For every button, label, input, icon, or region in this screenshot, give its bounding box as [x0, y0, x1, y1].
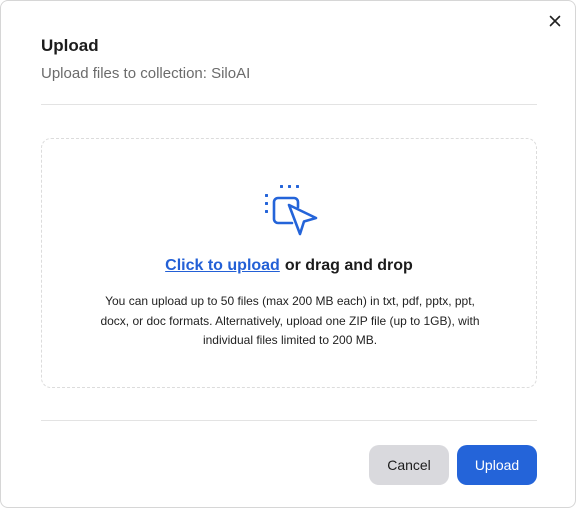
upload-hint-text: You can upload up to 50 files (max 200 M… [100, 294, 480, 347]
close-icon [549, 15, 561, 27]
pointer-select-icon [265, 185, 318, 236]
drag-drop-text: or drag and drop [284, 257, 413, 274]
file-dropzone[interactable]: Click to upload or drag and drop You can … [41, 138, 537, 388]
footer-divider [41, 420, 537, 421]
click-to-upload-link[interactable]: Click to upload [165, 257, 280, 274]
upload-prompt: Click to upload or drag and drop [42, 257, 536, 275]
cancel-button[interactable]: Cancel [369, 445, 449, 485]
upload-button[interactable]: Upload [457, 445, 537, 485]
dialog-subtitle: Upload files to collection: SiloAI [41, 65, 251, 82]
header-divider [41, 104, 537, 105]
upload-dialog: Upload Upload files to collection: SiloA… [0, 0, 576, 508]
close-button[interactable] [545, 11, 565, 31]
dialog-title: Upload [41, 36, 99, 55]
